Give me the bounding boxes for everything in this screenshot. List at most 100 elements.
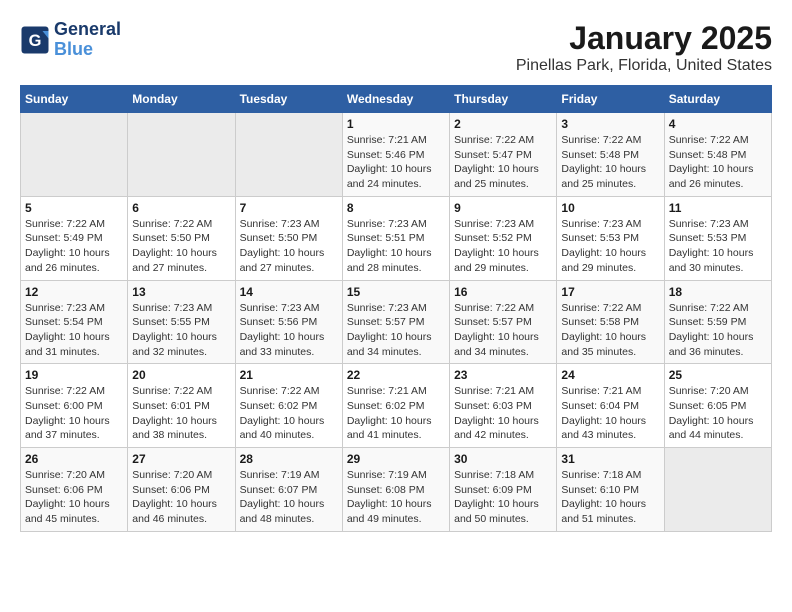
day-info: Sunrise: 7:22 AMSunset: 5:50 PMDaylight:… (132, 217, 230, 276)
calendar-table: SundayMondayTuesdayWednesdayThursdayFrid… (20, 85, 772, 532)
day-number: 14 (240, 285, 338, 299)
day-number: 23 (454, 368, 552, 382)
day-info: Sunrise: 7:22 AMSunset: 5:49 PMDaylight:… (25, 217, 123, 276)
day-info: Sunrise: 7:21 AMSunset: 6:04 PMDaylight:… (561, 384, 659, 443)
day-number: 1 (347, 117, 445, 131)
calendar-cell: 17Sunrise: 7:22 AMSunset: 5:58 PMDayligh… (557, 280, 664, 364)
day-info: Sunrise: 7:18 AMSunset: 6:10 PMDaylight:… (561, 468, 659, 527)
day-info: Sunrise: 7:20 AMSunset: 6:06 PMDaylight:… (25, 468, 123, 527)
day-number: 5 (25, 201, 123, 215)
weekday-header-friday: Friday (557, 86, 664, 113)
day-info: Sunrise: 7:22 AMSunset: 6:02 PMDaylight:… (240, 384, 338, 443)
logo-icon: G (20, 25, 50, 55)
day-number: 13 (132, 285, 230, 299)
day-number: 12 (25, 285, 123, 299)
calendar-cell: 18Sunrise: 7:22 AMSunset: 5:59 PMDayligh… (664, 280, 771, 364)
calendar-cell (21, 113, 128, 197)
calendar-cell: 16Sunrise: 7:22 AMSunset: 5:57 PMDayligh… (450, 280, 557, 364)
calendar-cell: 3 Sunrise: 7:22 AMSunset: 5:48 PMDaylight… (557, 113, 664, 197)
calendar-cell: 30Sunrise: 7:18 AMSunset: 6:09 PMDayligh… (450, 448, 557, 532)
day-number: 15 (347, 285, 445, 299)
day-info: Sunrise: 7:23 AMSunset: 5:53 PMDaylight:… (561, 217, 659, 276)
day-info: Sunrise: 7:23 AMSunset: 5:52 PMDaylight:… (454, 217, 552, 276)
weekday-header-thursday: Thursday (450, 86, 557, 113)
day-info: Sunrise: 7:22 AMSunset: 5:48 PMDaylight:… (669, 133, 767, 192)
logo: G General Blue (20, 20, 121, 60)
weekday-header-tuesday: Tuesday (235, 86, 342, 113)
week-row-3: 12 Sunrise: 7:23 AMSunset: 5:54 PMDayligh… (21, 280, 772, 364)
weekday-header-row: SundayMondayTuesdayWednesdayThursdayFrid… (21, 86, 772, 113)
day-number: 28 (240, 452, 338, 466)
day-number: 18 (669, 285, 767, 299)
calendar-cell: 8Sunrise: 7:23 AMSunset: 5:51 PMDaylight… (342, 196, 449, 280)
day-number: 25 (669, 368, 767, 382)
day-info: Sunrise: 7:19 AMSunset: 6:08 PMDaylight:… (347, 468, 445, 527)
day-info: Sunrise: 7:23 AMSunset: 5:50 PMDaylight:… (240, 217, 338, 276)
calendar-cell: 28Sunrise: 7:19 AMSunset: 6:07 PMDayligh… (235, 448, 342, 532)
day-number: 20 (132, 368, 230, 382)
calendar-cell: 22Sunrise: 7:21 AMSunset: 6:02 PMDayligh… (342, 364, 449, 448)
calendar-cell: 13Sunrise: 7:23 AMSunset: 5:55 PMDayligh… (128, 280, 235, 364)
day-number: 2 (454, 117, 552, 131)
day-number: 27 (132, 452, 230, 466)
day-info: Sunrise: 7:23 AMSunset: 5:54 PMDaylight:… (25, 301, 123, 360)
page-header: G General Blue January 2025 Pinellas Par… (20, 20, 772, 75)
page-title: January 2025 (516, 20, 772, 57)
calendar-cell: 15 Sunrise: 7:23 AMSunset: 5:57 PMDayligh… (342, 280, 449, 364)
calendar-cell: 11 Sunrise: 7:23 AMSunset: 5:53 PMDayligh… (664, 196, 771, 280)
day-number: 22 (347, 368, 445, 382)
calendar-cell: 4 Sunrise: 7:22 AMSunset: 5:48 PMDaylight… (664, 113, 771, 197)
day-info: Sunrise: 7:23 AMSunset: 5:57 PMDaylight:… (347, 301, 445, 360)
week-row-5: 26Sunrise: 7:20 AMSunset: 6:06 PMDayligh… (21, 448, 772, 532)
page-subtitle: Pinellas Park, Florida, United States (516, 57, 772, 75)
calendar-cell: 2 Sunrise: 7:22 AMSunset: 5:47 PMDaylight… (450, 113, 557, 197)
calendar-cell: 19Sunrise: 7:22 AMSunset: 6:00 PMDayligh… (21, 364, 128, 448)
week-row-1: 1 Sunrise: 7:21 AMSunset: 5:46 PMDaylight… (21, 113, 772, 197)
day-info: Sunrise: 7:22 AMSunset: 5:57 PMDaylight:… (454, 301, 552, 360)
day-number: 21 (240, 368, 338, 382)
calendar-cell: 26Sunrise: 7:20 AMSunset: 6:06 PMDayligh… (21, 448, 128, 532)
day-info: Sunrise: 7:23 AMSunset: 5:56 PMDaylight:… (240, 301, 338, 360)
calendar-cell: 31 Sunrise: 7:18 AMSunset: 6:10 PMDayligh… (557, 448, 664, 532)
calendar-cell: 9 Sunrise: 7:23 AMSunset: 5:52 PMDaylight… (450, 196, 557, 280)
day-info: Sunrise: 7:23 AMSunset: 5:53 PMDaylight:… (669, 217, 767, 276)
day-number: 29 (347, 452, 445, 466)
day-number: 10 (561, 201, 659, 215)
calendar-cell: 20Sunrise: 7:22 AMSunset: 6:01 PMDayligh… (128, 364, 235, 448)
week-row-2: 5 Sunrise: 7:22 AMSunset: 5:49 PMDaylight… (21, 196, 772, 280)
day-number: 31 (561, 452, 659, 466)
day-number: 7 (240, 201, 338, 215)
calendar-cell (235, 113, 342, 197)
day-number: 11 (669, 201, 767, 215)
calendar-cell (128, 113, 235, 197)
calendar-cell: 7 Sunrise: 7:23 AMSunset: 5:50 PMDaylight… (235, 196, 342, 280)
calendar-cell: 24 Sunrise: 7:21 AMSunset: 6:04 PMDayligh… (557, 364, 664, 448)
logo-blue: Blue (54, 40, 121, 60)
day-number: 3 (561, 117, 659, 131)
day-info: Sunrise: 7:22 AMSunset: 6:00 PMDaylight:… (25, 384, 123, 443)
svg-text:G: G (29, 32, 42, 50)
day-number: 24 (561, 368, 659, 382)
calendar-cell: 27Sunrise: 7:20 AMSunset: 6:06 PMDayligh… (128, 448, 235, 532)
calendar-cell: 6Sunrise: 7:22 AMSunset: 5:50 PMDaylight… (128, 196, 235, 280)
day-info: Sunrise: 7:22 AMSunset: 5:48 PMDaylight:… (561, 133, 659, 192)
day-info: Sunrise: 7:23 AMSunset: 5:51 PMDaylight:… (347, 217, 445, 276)
calendar-cell (664, 448, 771, 532)
weekday-header-sunday: Sunday (21, 86, 128, 113)
calendar-cell: 1 Sunrise: 7:21 AMSunset: 5:46 PMDaylight… (342, 113, 449, 197)
day-info: Sunrise: 7:18 AMSunset: 6:09 PMDaylight:… (454, 468, 552, 527)
day-number: 9 (454, 201, 552, 215)
calendar-cell: 10 Sunrise: 7:23 AMSunset: 5:53 PMDayligh… (557, 196, 664, 280)
calendar-cell: 29 Sunrise: 7:19 AMSunset: 6:08 PMDayligh… (342, 448, 449, 532)
day-info: Sunrise: 7:21 AMSunset: 6:03 PMDaylight:… (454, 384, 552, 443)
calendar-cell: 23 Sunrise: 7:21 AMSunset: 6:03 PMDayligh… (450, 364, 557, 448)
day-info: Sunrise: 7:20 AMSunset: 6:05 PMDaylight:… (669, 384, 767, 443)
day-number: 4 (669, 117, 767, 131)
title-block: January 2025 Pinellas Park, Florida, Uni… (516, 20, 772, 75)
logo-general: General (54, 20, 121, 40)
day-info: Sunrise: 7:22 AMSunset: 5:47 PMDaylight:… (454, 133, 552, 192)
weekday-header-wednesday: Wednesday (342, 86, 449, 113)
weekday-header-monday: Monday (128, 86, 235, 113)
week-row-4: 19Sunrise: 7:22 AMSunset: 6:00 PMDayligh… (21, 364, 772, 448)
day-info: Sunrise: 7:21 AMSunset: 5:46 PMDaylight:… (347, 133, 445, 192)
